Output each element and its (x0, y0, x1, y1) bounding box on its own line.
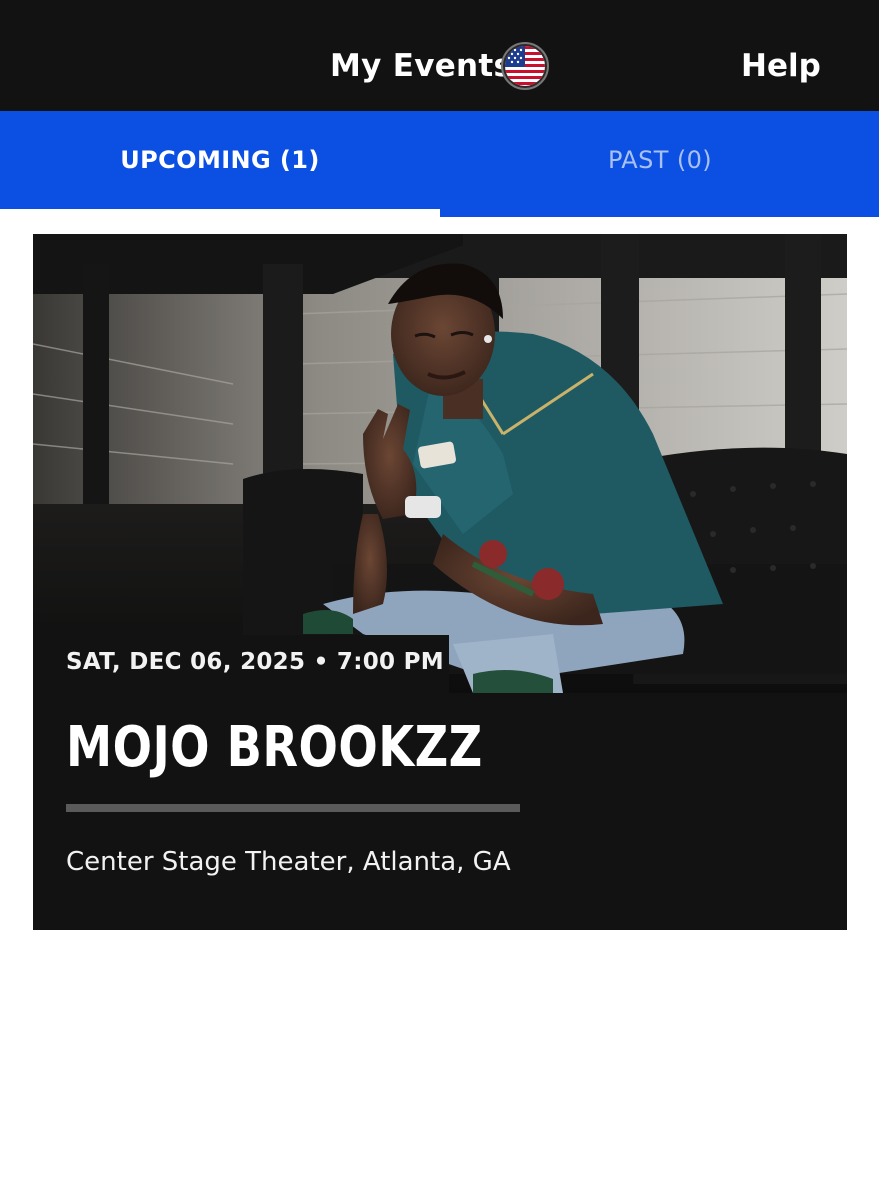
page-title: My Events (330, 48, 513, 84)
event-datetime: SAT, DEC 06, 2025 • 7:00 PM (66, 649, 444, 675)
help-link[interactable]: Help (741, 44, 821, 88)
active-tab-indicator (0, 209, 440, 217)
event-artist: MOJO BROOKZZ (66, 715, 483, 780)
event-datetime-box: SAT, DEC 06, 2025 • 7:00 PM (33, 635, 449, 693)
us-flag-icon[interactable] (501, 42, 549, 90)
tab-upcoming[interactable]: UPCOMING (1) (0, 111, 440, 209)
event-tabs: UPCOMING (1) PAST (0) (0, 111, 879, 217)
event-image (33, 234, 847, 693)
divider (66, 804, 520, 812)
event-card[interactable]: SAT, DEC 06, 2025 • 7:00 PM MOJO BROOKZZ… (33, 234, 847, 930)
tab-past[interactable]: PAST (0) (440, 111, 879, 209)
event-venue: Center Stage Theater, Atlanta, GA (66, 847, 511, 877)
top-bar: My Events Help (0, 0, 879, 111)
